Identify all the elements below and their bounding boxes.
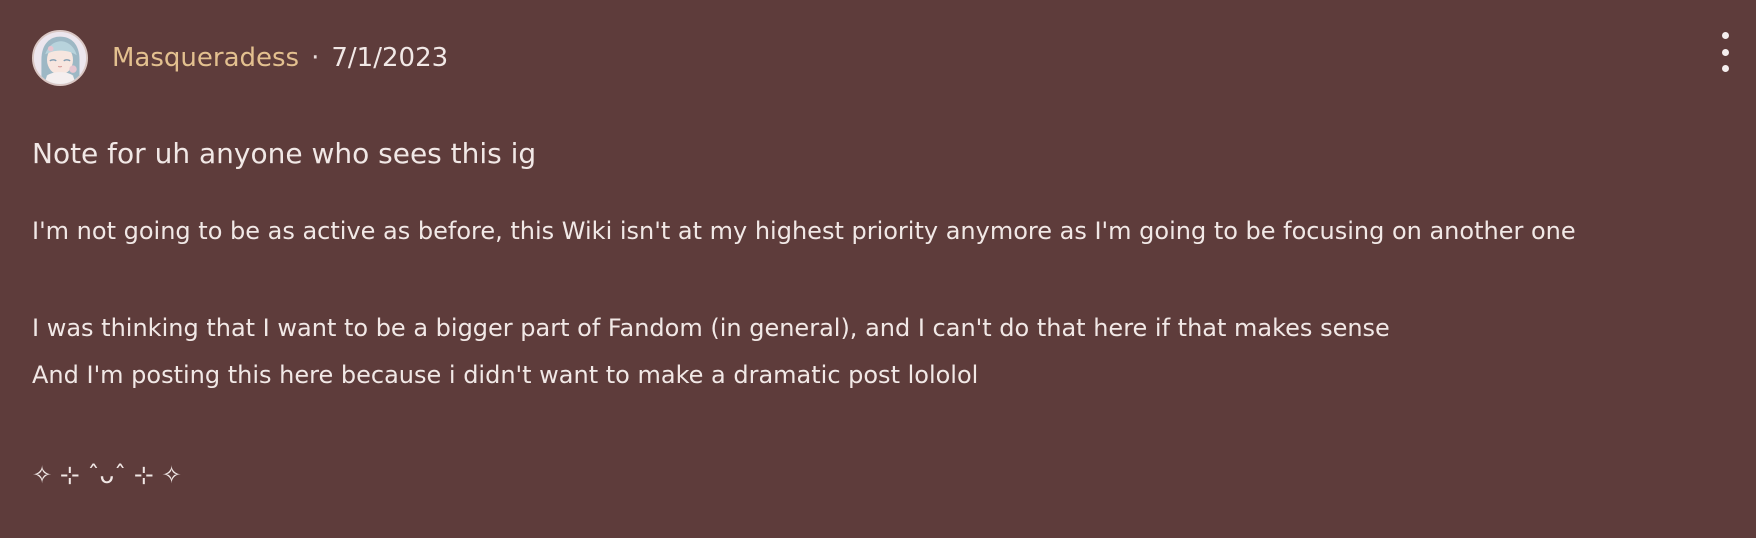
post-date: 7/1/2023	[331, 43, 449, 73]
more-vertical-icon[interactable]	[1714, 32, 1736, 72]
user-avatar[interactable]	[32, 30, 88, 86]
author-link[interactable]: Masqueradess	[112, 45, 299, 71]
meta-separator: ·	[311, 43, 320, 73]
post-body-line-2: I was thinking that I want to be a bigge…	[32, 314, 1390, 342]
discussion-post: Masqueradess · 7/1/2023 Note for uh anyo…	[0, 0, 1756, 538]
post-body-line-3: And I'm posting this here because i didn…	[32, 361, 979, 389]
post-header: Masqueradess · 7/1/2023	[32, 28, 448, 88]
menu-dot	[1721, 65, 1729, 72]
post-body-line-1: I'm not going to be as active as before,…	[32, 217, 1576, 245]
post-title: Note for uh anyone who sees this ig	[32, 137, 537, 170]
menu-dot	[1721, 48, 1729, 56]
menu-dot	[1721, 32, 1729, 39]
decorative-kaomoji: ✧ ⊹ ˆᴗˆ ⊹ ✧	[32, 461, 182, 489]
